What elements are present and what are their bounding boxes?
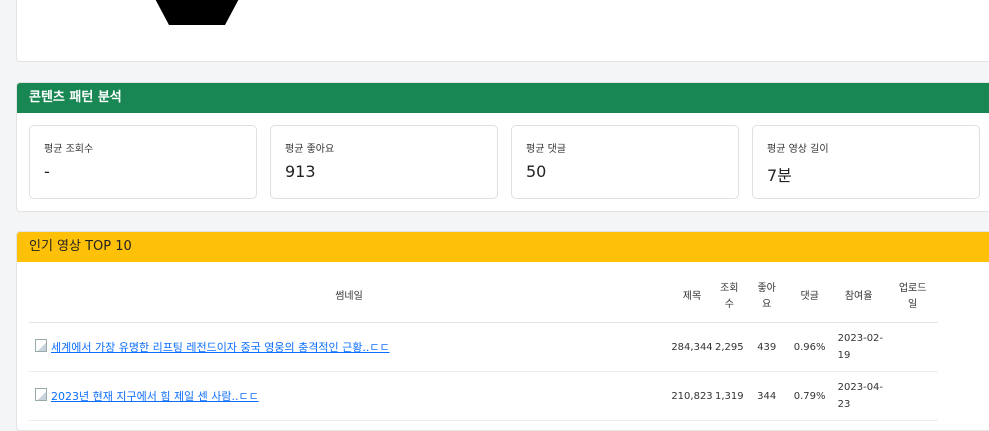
top10-table: 썸네일 제목 조회수 좋아요 댓글 참여율 업로드일 세계에서 가장 유명한 리…	[29, 272, 938, 421]
stat-value: 7분	[767, 166, 792, 185]
top10-card: 인기 영상 TOP 10 썸네일 제목 조회수 좋아요 댓글 참여율 업로드일 …	[16, 231, 989, 431]
stat-avg-comments: 평균 댓글 50	[511, 125, 739, 199]
broken-image-icon	[35, 339, 47, 352]
video-title-link[interactable]: 세계에서 가장 유명한 리프팅 레전드이자 중국 영웅의 충격적인 근황..ㄷㄷ	[51, 341, 390, 354]
video-title-cell: 2023년 현재 지구에서 힘 제일 센 사람..ㄷㄷ	[29, 371, 669, 421]
comments-cell: 344	[743, 371, 790, 421]
stat-value: 50	[526, 162, 547, 181]
content-pattern-header: 콘텐츠 패턴 분석	[17, 83, 989, 113]
stat-avg-length: 평균 영상 길이 7분	[752, 125, 980, 199]
comments-cell: 439	[743, 322, 790, 372]
views-cell: 210,823	[669, 371, 715, 421]
col-thumbnail: 썸네일	[29, 272, 669, 323]
video-title-cell: 세계에서 가장 유명한 리프팅 레전드이자 중국 영웅의 충격적인 근황..ㄷㄷ	[29, 322, 669, 372]
empty-cell	[887, 322, 938, 372]
col-comments: 댓글	[789, 272, 830, 323]
table-row: 세계에서 가장 유명한 리프팅 레전드이자 중국 영웅의 충격적인 근황..ㄷㄷ…	[29, 322, 938, 372]
upload-date-cell: 2023-02-19	[829, 322, 888, 372]
table-row: 2023년 현재 지구에서 힘 제일 센 사람..ㄷㄷ 210,823 1,31…	[29, 371, 938, 421]
stat-label: 평균 좋아요	[285, 144, 335, 155]
channel-logo	[155, 0, 239, 25]
col-likes: 좋아요	[743, 272, 790, 323]
top10-header: 인기 영상 TOP 10	[17, 232, 989, 262]
likes-cell: 2,295	[715, 322, 744, 372]
engagement-cell: 0.79%	[789, 371, 830, 421]
empty-cell	[887, 371, 938, 421]
likes-cell: 1,319	[715, 371, 744, 421]
stat-label: 평균 조회수	[44, 144, 94, 155]
stat-avg-likes: 평균 좋아요 913	[270, 125, 498, 199]
stat-avg-views: 평균 조회수 -	[29, 125, 257, 199]
col-upload-date: 업로드일	[887, 272, 938, 323]
content-pattern-card: 콘텐츠 패턴 분석 평균 조회수 - 평균 좋아요 913 평균 댓글 50 평…	[16, 82, 989, 212]
stat-label: 평균 영상 길이	[767, 144, 829, 155]
engagement-cell: 0.96%	[789, 322, 830, 372]
channel-profile-card	[16, 0, 989, 62]
stat-value: 913	[285, 162, 316, 181]
upload-date-cell: 2023-04-23	[829, 371, 888, 421]
col-views: 조회수	[715, 272, 744, 323]
video-title-link[interactable]: 2023년 현재 지구에서 힘 제일 센 사람..ㄷㄷ	[51, 390, 259, 403]
col-engagement: 참여율	[829, 272, 888, 323]
col-title: 제목	[669, 272, 715, 323]
table-header-row: 썸네일 제목 조회수 좋아요 댓글 참여율 업로드일	[29, 272, 938, 323]
views-cell: 284,344	[669, 322, 715, 372]
stat-value: -	[44, 162, 50, 181]
stat-label: 평균 댓글	[526, 144, 566, 155]
broken-image-icon	[35, 388, 47, 401]
